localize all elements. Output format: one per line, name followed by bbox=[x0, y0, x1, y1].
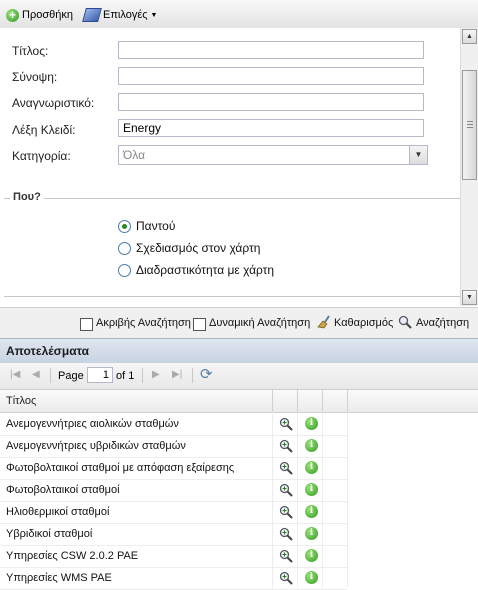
radio-button-checked[interactable] bbox=[118, 219, 131, 233]
results-grid-header: Τίτλος bbox=[0, 390, 478, 413]
zoom-to-icon[interactable] bbox=[279, 483, 293, 497]
category-select[interactable]: Όλα ▼ bbox=[118, 145, 428, 165]
exact-search-checkbox[interactable] bbox=[80, 318, 93, 331]
dynamic-search-checkbox[interactable] bbox=[193, 318, 206, 331]
page-count-label: of 1 bbox=[116, 370, 135, 382]
result-title-cell: Ηλιοθερμικοί σταθμοί bbox=[6, 506, 110, 518]
table-row[interactable]: Φωτοβολταικοί σταθμοί i bbox=[0, 479, 347, 502]
zoom-to-icon[interactable] bbox=[279, 505, 293, 519]
chevron-down-icon: ▼ bbox=[150, 11, 158, 19]
radio-draw-on-map-label: Σχεδιασμός στον χάρτη bbox=[136, 241, 261, 255]
search-button[interactable]: Αναζήτηση bbox=[416, 317, 469, 329]
column-header-zoom[interactable] bbox=[272, 390, 298, 412]
refresh-icon[interactable]: ⟳ bbox=[200, 367, 216, 383]
top-toolbar: + Προσθήκη Επιλογές ▼ bbox=[0, 0, 478, 29]
table-row[interactable]: Υπηρεσίες WMS PAE i bbox=[0, 567, 347, 590]
abstract-field-label: Σύνοψη: bbox=[12, 70, 58, 84]
add-icon: + bbox=[6, 8, 19, 22]
title-input[interactable] bbox=[118, 41, 424, 59]
radio-map-interaction[interactable]: Διαδραστικότητα με χάρτη bbox=[118, 263, 274, 277]
table-row[interactable]: Ανεμογεννήτριες αιολικών σταθμών i bbox=[0, 413, 347, 436]
column-title-label: Τίτλος bbox=[6, 395, 37, 407]
info-icon[interactable]: i bbox=[305, 417, 318, 430]
options-icon bbox=[82, 8, 102, 22]
zoom-to-icon[interactable] bbox=[279, 439, 293, 453]
next-page-icon[interactable]: ▶ bbox=[152, 369, 160, 380]
keyword-input[interactable] bbox=[118, 119, 424, 137]
zoom-to-icon[interactable] bbox=[279, 461, 293, 475]
info-icon[interactable]: i bbox=[305, 461, 318, 474]
category-field-label: Κατηγορία: bbox=[12, 149, 71, 163]
zoom-to-icon[interactable] bbox=[279, 549, 293, 563]
identifier-input[interactable] bbox=[118, 93, 424, 111]
result-title-cell: Φωτοβολταικοί σταθμοί bbox=[6, 484, 120, 496]
identifier-field-label: Αναγνωριστικό: bbox=[12, 96, 95, 110]
zoom-to-icon[interactable] bbox=[279, 571, 293, 585]
title-field-label: Τίτλος: bbox=[12, 44, 49, 58]
form-scrollbar[interactable]: ▲ ▼ bbox=[460, 28, 478, 306]
info-icon[interactable]: i bbox=[305, 505, 318, 518]
search-form-panel: Τίτλος: Σύνοψη: Αναγνωριστικό: Λέξη Κλει… bbox=[0, 28, 460, 306]
radio-everywhere[interactable]: Παντού bbox=[118, 219, 175, 233]
info-icon[interactable]: i bbox=[305, 483, 318, 496]
result-title-cell: Υπηρεσίες WMS PAE bbox=[6, 572, 112, 584]
broom-icon[interactable] bbox=[316, 315, 330, 329]
scroll-up-arrow-icon[interactable]: ▲ bbox=[462, 29, 477, 44]
result-title-cell: Υπηρεσίες CSW 2.0.2 PAE bbox=[6, 550, 139, 562]
paging-toolbar: |◀ ◀ Page of 1 ▶ ▶| ⟳ bbox=[0, 363, 478, 390]
search-icon[interactable] bbox=[398, 315, 412, 329]
scroll-down-arrow-icon[interactable]: ▼ bbox=[462, 290, 477, 305]
info-icon[interactable]: i bbox=[305, 527, 318, 540]
first-page-icon[interactable]: |◀ bbox=[10, 369, 20, 380]
where-legend: Που? bbox=[10, 191, 44, 203]
column-divider bbox=[347, 412, 348, 588]
radio-button[interactable] bbox=[118, 263, 131, 277]
scrollbar-thumb[interactable] bbox=[462, 70, 477, 180]
table-row[interactable]: Ηλιοθερμικοί σταθμοί i bbox=[0, 501, 347, 524]
info-icon[interactable]: i bbox=[305, 549, 318, 562]
search-options-bar: Ακριβής Αναζήτηση Δυναμική Αναζήτηση Καθ… bbox=[0, 307, 478, 338]
result-title-cell: Ανεμογεννήτριες υβριδικών σταθμών bbox=[6, 440, 186, 452]
info-icon[interactable]: i bbox=[305, 571, 318, 584]
add-button-label: Προσθήκη bbox=[22, 9, 73, 21]
category-select-value: Όλα bbox=[123, 148, 146, 162]
table-row[interactable]: Υπηρεσίες CSW 2.0.2 PAE i bbox=[0, 545, 347, 568]
next-fieldset bbox=[4, 296, 460, 306]
add-button[interactable]: + Προσθήκη bbox=[6, 6, 73, 24]
abstract-input[interactable] bbox=[118, 67, 424, 85]
result-title-cell: Φωτοβολταικοί σταθμοί με απόφαση εξαίρεσ… bbox=[6, 462, 235, 474]
exact-search-label: Ακριβής Αναζήτηση bbox=[96, 317, 191, 329]
result-title-cell: Υβριδικοί σταθμοί bbox=[6, 528, 93, 540]
radio-draw-on-map[interactable]: Σχεδιασμός στον χάρτη bbox=[118, 241, 260, 255]
radio-button[interactable] bbox=[118, 241, 131, 255]
results-title: Αποτελέσματα bbox=[6, 344, 89, 358]
radio-map-interaction-label: Διαδραστικότητα με χάρτη bbox=[136, 263, 275, 277]
page-number-input[interactable] bbox=[87, 367, 113, 383]
clear-button[interactable]: Καθαρισμός bbox=[334, 317, 393, 329]
zoom-to-icon[interactable] bbox=[279, 527, 293, 541]
column-header-title[interactable]: Τίτλος bbox=[0, 390, 273, 412]
page-label: Page bbox=[58, 370, 84, 382]
chevron-down-icon[interactable]: ▼ bbox=[409, 146, 427, 164]
table-row[interactable]: Ανεμογεννήτριες υβριδικών σταθμών i bbox=[0, 435, 347, 458]
radio-everywhere-label: Παντού bbox=[136, 219, 176, 233]
table-row[interactable]: Υβριδικοί σταθμοί i bbox=[0, 523, 347, 546]
previous-page-icon[interactable]: ◀ bbox=[32, 369, 40, 380]
column-divider bbox=[322, 412, 323, 588]
last-page-icon[interactable]: ▶| bbox=[172, 369, 182, 380]
column-divider bbox=[297, 412, 298, 588]
column-header-info[interactable] bbox=[297, 390, 323, 412]
column-divider bbox=[272, 412, 273, 588]
dynamic-search-label: Δυναμική Αναζήτηση bbox=[209, 317, 311, 329]
table-row[interactable]: Φωτοβολταικοί σταθμοί με απόφαση εξαίρεσ… bbox=[0, 457, 347, 480]
options-button-label: Επιλογές bbox=[103, 9, 148, 21]
info-icon[interactable]: i bbox=[305, 439, 318, 452]
zoom-to-icon[interactable] bbox=[279, 417, 293, 431]
results-panel-header: Αποτελέσματα bbox=[0, 338, 478, 364]
result-title-cell: Ανεμογεννήτριες αιολικών σταθμών bbox=[6, 418, 179, 430]
options-menu-button[interactable]: Επιλογές ▼ bbox=[82, 6, 158, 24]
keyword-field-label: Λέξη Κλειδί: bbox=[12, 123, 76, 137]
column-header-extra[interactable] bbox=[322, 390, 348, 412]
